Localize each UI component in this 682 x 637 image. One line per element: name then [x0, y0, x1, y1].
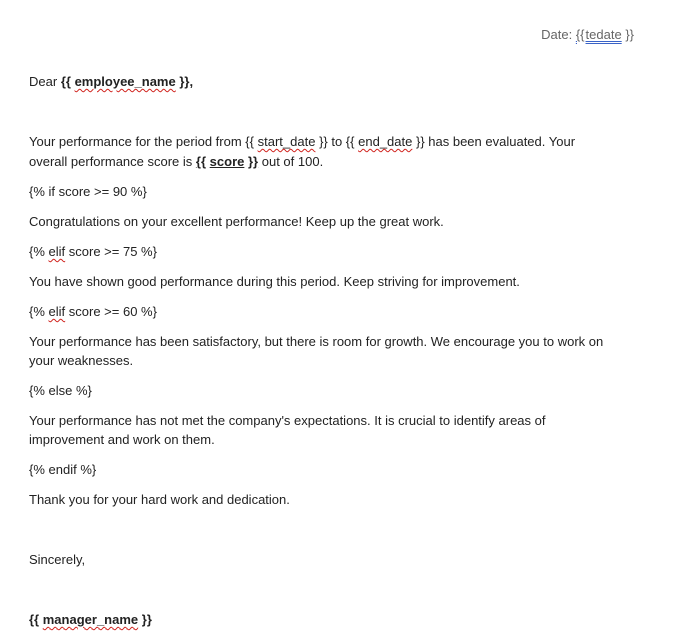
salutation-line: Dear {{ employee_name }}, [29, 72, 193, 91]
else-tag-text: {% else %} [29, 383, 92, 398]
p1-text-d: overall performance score is [29, 154, 193, 169]
endif-tag-text: {% endif %} [29, 462, 97, 477]
employee-name-var: employee_name [74, 74, 176, 89]
if-tag-text: {% if score >= 90 %} [29, 184, 147, 199]
paragraph1-line2: overall performance score is {{ score }}… [29, 152, 323, 171]
not-met-text1: Your performance has not met the company… [29, 413, 546, 428]
date-var-open: {{ [575, 27, 585, 42]
elif-60-keyword: elif [48, 304, 66, 319]
elif-60-rest: score >= 60 %} [68, 304, 157, 319]
sincerely-line: Sincerely, [29, 552, 86, 567]
congrats-text: Congratulations on your excellent perfor… [29, 212, 444, 231]
manager-var-close: }} [141, 612, 152, 627]
if-tag: {% if score >= 90 %} [29, 182, 147, 201]
thank-you-text: Thank you for your hard work and dedicat… [29, 490, 290, 509]
start-date-var: start_date [257, 134, 316, 149]
p1-text-c: }} has been evaluated. Your [415, 134, 576, 149]
satisfactory-text2: your weaknesses. [29, 353, 134, 368]
p1-text-b: }} to {{ [319, 134, 355, 149]
elif-75-open: {% [29, 244, 45, 259]
elif-75-keyword: elif [48, 244, 66, 259]
good-line: You have shown good performance during t… [29, 274, 520, 289]
date-var-close: }} [625, 27, 634, 42]
congrats-line: Congratulations on your excellent perfor… [29, 214, 444, 229]
sincerely-text: Sincerely, [29, 550, 85, 569]
end-date-var: end_date [358, 134, 413, 149]
elif-60-tag: {% elif score >= 60 %} [29, 302, 157, 321]
salutation-var-close: }}, [179, 74, 194, 89]
date-line: Date: {{tedate }} [541, 25, 634, 44]
not-met-line1: Your performance has not met the company… [29, 411, 546, 430]
good-text: You have shown good performance during t… [29, 272, 520, 291]
manager-name-var: manager_name [42, 612, 139, 627]
date-var-name: tedate [585, 27, 622, 42]
elif-75-tag: {% elif score >= 75 %} [29, 242, 157, 261]
paragraph1-line1: Your performance for the period from {{ … [29, 132, 575, 151]
not-met-text2: improvement and work on them. [29, 432, 215, 447]
date-label: Date: [541, 27, 573, 42]
score-var-close: }} [248, 154, 259, 169]
elif-60-open: {% [29, 304, 45, 319]
elif-75-rest: score >= 75 %} [68, 244, 157, 259]
manager-name-line: {{ manager_name }} [29, 610, 152, 629]
endif-tag: {% endif %} [29, 460, 96, 479]
satisfactory-line1: Your performance has been satisfactory, … [29, 332, 603, 351]
satisfactory-text1: Your performance has been satisfactory, … [29, 334, 604, 349]
p1-text-e: out of 100. [261, 154, 324, 169]
salutation-dear: Dear [29, 74, 58, 89]
manager-var-open: {{ [29, 612, 40, 627]
p1-text-a: Your performance for the period from {{ [29, 134, 254, 149]
score-var: score [209, 154, 245, 169]
else-tag: {% else %} [29, 381, 92, 400]
score-var-open: {{ [195, 154, 207, 169]
salutation-var-open: {{ [60, 74, 71, 89]
satisfactory-line2: your weaknesses. [29, 351, 133, 370]
not-met-line2: improvement and work on them. [29, 430, 215, 449]
thank-you-line: Thank you for your hard work and dedicat… [29, 492, 290, 507]
